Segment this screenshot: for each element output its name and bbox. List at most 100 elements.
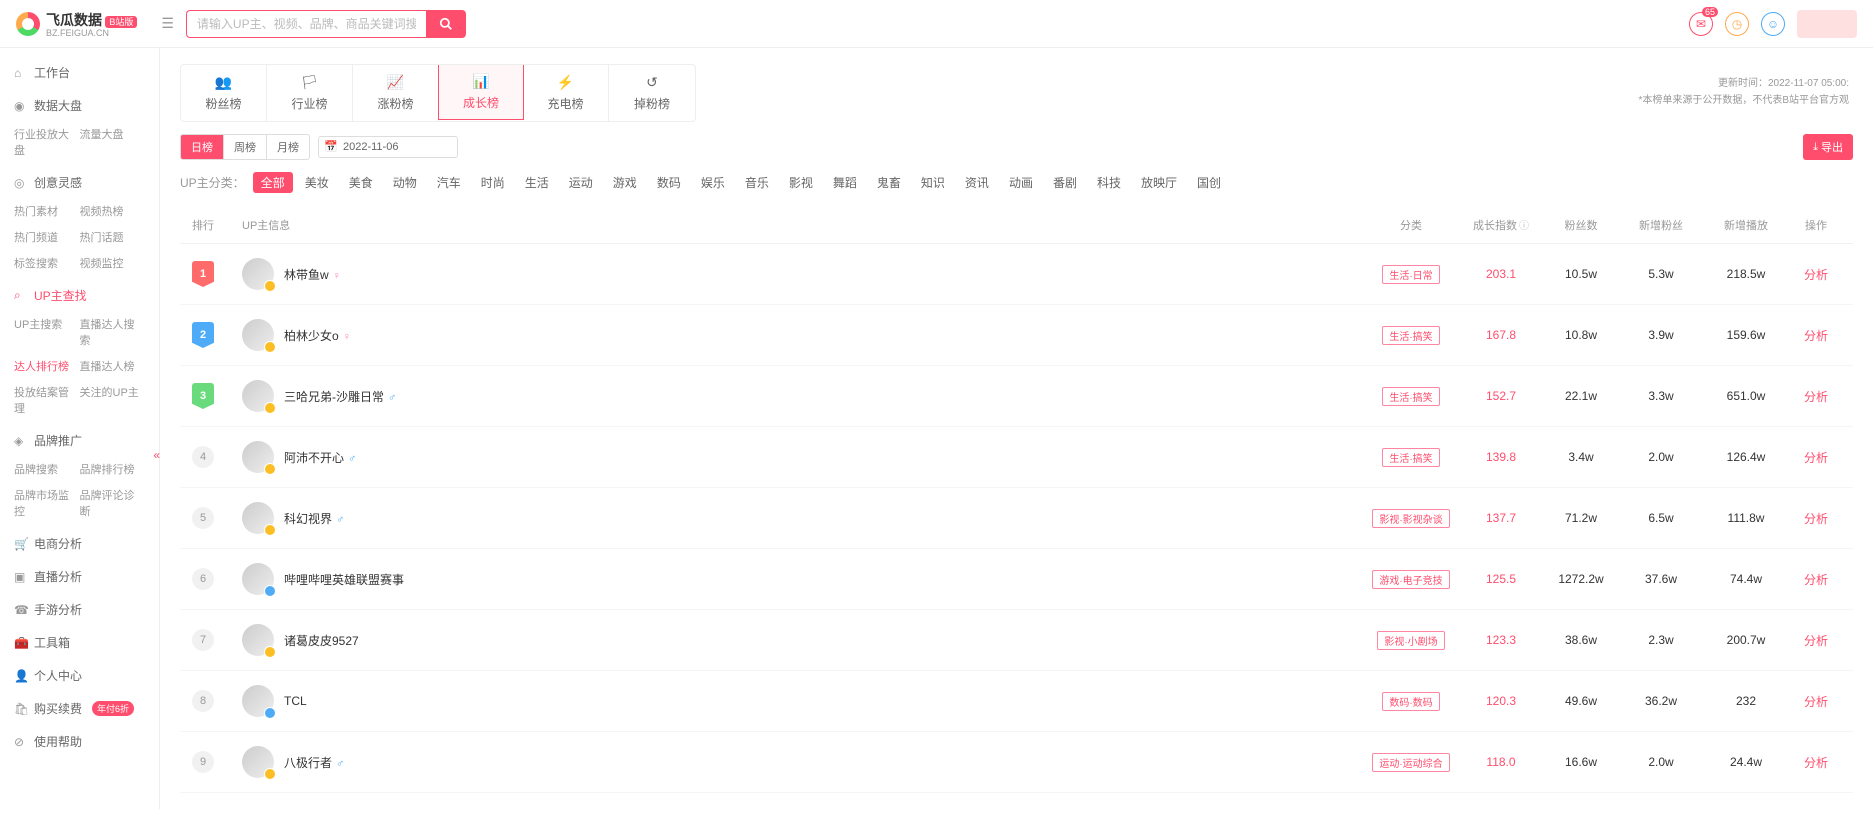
up-info[interactable]: 阿沛不开心♂ [242, 441, 1361, 473]
category-item[interactable]: 影视 [781, 172, 821, 193]
period-tab-0[interactable]: 日榜 [181, 135, 224, 159]
period-tab-2[interactable]: 月榜 [267, 135, 309, 159]
category-item[interactable]: 放映厅 [1133, 172, 1185, 193]
up-info[interactable]: 诸葛皮皮9527 [242, 624, 1361, 656]
category-item[interactable]: 美妆 [297, 172, 337, 193]
sidebar-item-personal[interactable]: 👤个人中心 [0, 659, 159, 692]
export-button[interactable]: ⤓导出 [1803, 134, 1853, 160]
mail-icon[interactable]: ✉65 [1689, 12, 1713, 36]
category-tag[interactable]: 数码·数码 [1382, 692, 1439, 711]
sidebar-link[interactable]: UP主搜索 [14, 314, 80, 350]
logo[interactable]: 飞瓜数据 B站版 BZ.FEIGUA.CN [16, 10, 137, 38]
sidebar-group-brand[interactable]: ◈品牌推广 [0, 424, 159, 457]
category-item[interactable]: 数码 [649, 172, 689, 193]
up-info[interactable]: TCL [242, 685, 1361, 717]
search-button[interactable] [426, 10, 466, 38]
up-info[interactable]: 科幻视界♂ [242, 502, 1361, 534]
category-tag[interactable]: 运动·运动综合 [1372, 753, 1449, 772]
category-item[interactable]: 娱乐 [693, 172, 733, 193]
sidebar-item-live[interactable]: ▣直播分析 [0, 560, 159, 593]
th-score[interactable]: 成长指数ⓘ [1461, 217, 1541, 233]
menu-toggle-icon[interactable]: ☰ [161, 15, 174, 32]
category-item[interactable]: 动物 [385, 172, 425, 193]
sidebar-link[interactable]: 品牌搜索 [14, 459, 80, 479]
category-item[interactable]: 游戏 [605, 172, 645, 193]
category-tag[interactable]: 生活·搞笑 [1382, 387, 1439, 406]
support-icon[interactable]: ☺ [1761, 12, 1785, 36]
up-info[interactable]: 林带鱼w♀ [242, 258, 1361, 290]
analyze-link[interactable]: 分析 [1804, 329, 1828, 343]
sidebar-link[interactable]: 直播达人榜 [80, 356, 146, 376]
sidebar-item-help[interactable]: ⊘使用帮助 [0, 725, 159, 758]
sidebar-link[interactable]: 标签搜索 [14, 253, 80, 273]
category-item[interactable]: 美食 [341, 172, 381, 193]
rank-tab-0[interactable]: 👥粉丝榜 [181, 65, 267, 121]
analyze-link[interactable]: 分析 [1804, 573, 1828, 587]
sidebar-link[interactable]: 品牌市场监控 [14, 485, 80, 521]
category-tag[interactable]: 影视·小剧场 [1377, 631, 1444, 650]
sidebar-link[interactable]: 热门素材 [14, 201, 80, 221]
rank-tab-4[interactable]: ⚡充电榜 [523, 65, 609, 121]
category-item[interactable]: 运动 [561, 172, 601, 193]
category-item[interactable]: 生活 [517, 172, 557, 193]
analyze-link[interactable]: 分析 [1804, 634, 1828, 648]
analyze-link[interactable]: 分析 [1804, 695, 1828, 709]
category-item[interactable]: 全部 [253, 172, 293, 193]
sidebar-link[interactable]: 热门话题 [80, 227, 146, 247]
sidebar-group-datapanel[interactable]: ◉数据大盘 [0, 89, 159, 122]
sidebar-item-purchase[interactable]: 🛍购买续费年付6折 [0, 692, 159, 725]
analyze-link[interactable]: 分析 [1804, 390, 1828, 404]
category-item[interactable]: 舞蹈 [825, 172, 865, 193]
sidebar-link[interactable]: 投放结案管理 [14, 382, 80, 418]
sidebar-link[interactable]: 行业投放大盘 [14, 124, 80, 160]
category-tag[interactable]: 影视·影视杂谈 [1372, 509, 1449, 528]
sidebar-link[interactable]: 视频热榜 [80, 201, 146, 221]
category-item[interactable]: 资讯 [957, 172, 997, 193]
sidebar-link[interactable]: 热门频道 [14, 227, 80, 247]
category-item[interactable]: 科技 [1089, 172, 1129, 193]
category-tag[interactable]: 生活·搞笑 [1382, 448, 1439, 467]
user-avatar[interactable] [1797, 10, 1857, 38]
sidebar-group-upsearch[interactable]: ⌕UP主查找 [0, 279, 159, 312]
sidebar-link[interactable]: 流量大盘 [80, 124, 146, 160]
sidebar-item-toolbox[interactable]: 🧰工具箱 [0, 626, 159, 659]
rank-tab-1[interactable]: 🏳行业榜 [267, 65, 353, 121]
category-item[interactable]: 动画 [1001, 172, 1041, 193]
category-tag[interactable]: 游戏·电子竞技 [1372, 570, 1449, 589]
up-info[interactable]: 哔哩哔哩英雄联盟赛事 [242, 563, 1361, 595]
analyze-link[interactable]: 分析 [1804, 268, 1828, 282]
analyze-link[interactable]: 分析 [1804, 451, 1828, 465]
sidebar-group-creative[interactable]: ◎创意灵感 [0, 166, 159, 199]
category-item[interactable]: 鬼畜 [869, 172, 909, 193]
sidebar-link[interactable]: 视频监控 [80, 253, 146, 273]
rank-tab-3[interactable]: 📊成长榜 [438, 64, 524, 120]
sidebar-link[interactable]: 品牌评论诊断 [80, 485, 146, 521]
analyze-link[interactable]: 分析 [1804, 512, 1828, 526]
category-item[interactable]: 国创 [1189, 172, 1229, 193]
rank-tab-5[interactable]: ↺掉粉榜 [609, 65, 695, 121]
sidebar-item-ecom[interactable]: 🛒电商分析 [0, 527, 159, 560]
sidebar-link-active[interactable]: 达人排行榜 [14, 356, 80, 376]
category-item[interactable]: 时尚 [473, 172, 513, 193]
category-tag[interactable]: 生活·搞笑 [1382, 326, 1439, 345]
sidebar-item-worktable[interactable]: ⌂工作台 [0, 56, 159, 89]
up-info[interactable]: 柏林少女o♀ [242, 319, 1361, 351]
sidebar-collapse-icon[interactable]: « [153, 448, 160, 462]
sidebar-link[interactable]: 关注的UP主 [80, 382, 146, 418]
period-tab-1[interactable]: 周榜 [224, 135, 267, 159]
rank-tab-2[interactable]: 📈涨粉榜 [353, 65, 439, 121]
sidebar-link[interactable]: 直播达人搜索 [80, 314, 146, 350]
analyze-link[interactable]: 分析 [1804, 756, 1828, 770]
up-info[interactable]: 三哈兄弟-沙雕日常♂ [242, 380, 1361, 412]
date-input[interactable] [318, 136, 458, 158]
category-item[interactable]: 知识 [913, 172, 953, 193]
sidebar-link[interactable]: 品牌排行榜 [80, 459, 146, 479]
category-item[interactable]: 番剧 [1045, 172, 1085, 193]
search-input[interactable] [186, 10, 426, 38]
category-tag[interactable]: 生活·日常 [1382, 265, 1439, 284]
sidebar-item-mobile[interactable]: ☎手游分析 [0, 593, 159, 626]
category-item[interactable]: 音乐 [737, 172, 777, 193]
category-item[interactable]: 汽车 [429, 172, 469, 193]
up-info[interactable]: 八极行者♂ [242, 746, 1361, 778]
clock-icon[interactable]: ◷ [1725, 12, 1749, 36]
